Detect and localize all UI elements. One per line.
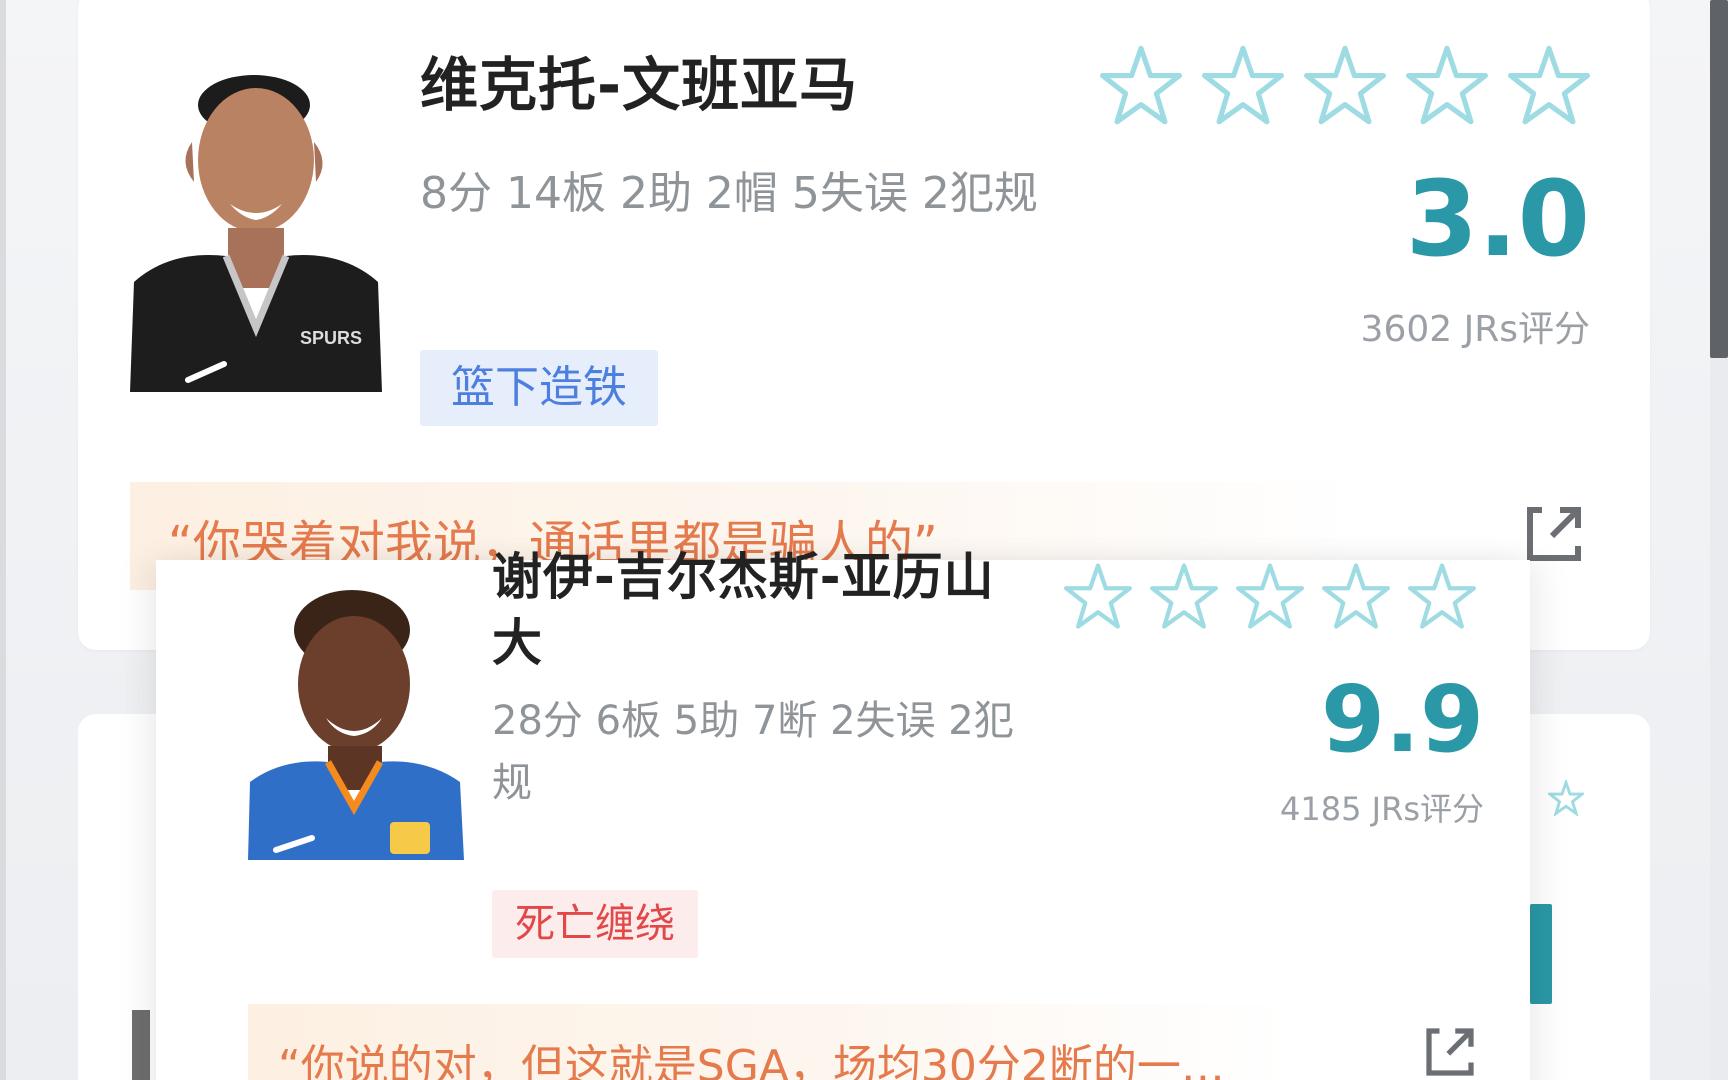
scrollbar-thumb[interactable] (1710, 0, 1728, 358)
star-outline-icon (1548, 780, 1584, 816)
star-outline-icon[interactable] (1062, 562, 1134, 630)
star-outline-icon[interactable] (1406, 562, 1478, 630)
comment-text: “你说的对，但这就是SGA，场均30分2断的一… (278, 1041, 1225, 1080)
star-outline-icon[interactable] (1302, 44, 1388, 126)
vote-count: 3602 JRs评分 (1360, 309, 1590, 350)
share-external-icon[interactable] (1422, 1024, 1478, 1080)
player-score: 9.9 (1321, 666, 1484, 773)
rating-stars[interactable] (1098, 44, 1592, 126)
partial-avatar-edge (132, 1010, 150, 1080)
vote-count: 4185 JRs评分 (1280, 790, 1484, 828)
player-name: 谢伊-吉尔杰斯-亚历山大 (492, 548, 995, 672)
player-tag[interactable]: 死亡缠绕 (492, 890, 698, 958)
star-outline-icon[interactable] (1098, 44, 1184, 126)
star-outline-icon[interactable] (1148, 562, 1220, 630)
partial-score-fragment (1530, 904, 1552, 1004)
comment-bar[interactable]: “你说的对，但这就是SGA，场均30分2断的一… (248, 1004, 1288, 1080)
rating-screen: SPURS 维克托-文班亚马 8分 14板 2助 2帽 5失误 2犯规 篮下造铁… (0, 0, 1728, 1080)
player-card-sga[interactable]: 谢伊-吉尔杰斯-亚历山大 28分 6板 5助 7断 2失误 2犯规 死亡缠绕 9… (156, 548, 1530, 1080)
star-outline-icon[interactable] (1506, 44, 1592, 126)
page-left-edge (0, 0, 6, 1080)
star-outline-icon[interactable] (1404, 44, 1490, 126)
star-outline-icon[interactable] (1234, 562, 1306, 630)
star-outline-icon[interactable] (1200, 44, 1286, 126)
share-external-icon[interactable] (1522, 502, 1586, 566)
player-avatar: SPURS (130, 42, 382, 392)
player-name: 维克托-文班亚马 (420, 51, 859, 119)
player-stats: 8分 14板 2助 2帽 5失误 2犯规 (420, 168, 1038, 219)
rating-stars[interactable] (1062, 562, 1478, 630)
wembanyama-photo: SPURS (130, 75, 382, 392)
sga-photo (248, 590, 464, 860)
player-stats: 28分 6板 5助 7断 2失误 2犯规 (492, 698, 1014, 806)
jersey-text: SPURS (300, 328, 362, 348)
scrollbar-track[interactable] (1710, 0, 1728, 1080)
star-outline-icon[interactable] (1320, 562, 1392, 630)
player-tag[interactable]: 篮下造铁 (420, 350, 658, 426)
player-score: 3.0 (1405, 158, 1590, 280)
player-avatar (248, 578, 464, 860)
